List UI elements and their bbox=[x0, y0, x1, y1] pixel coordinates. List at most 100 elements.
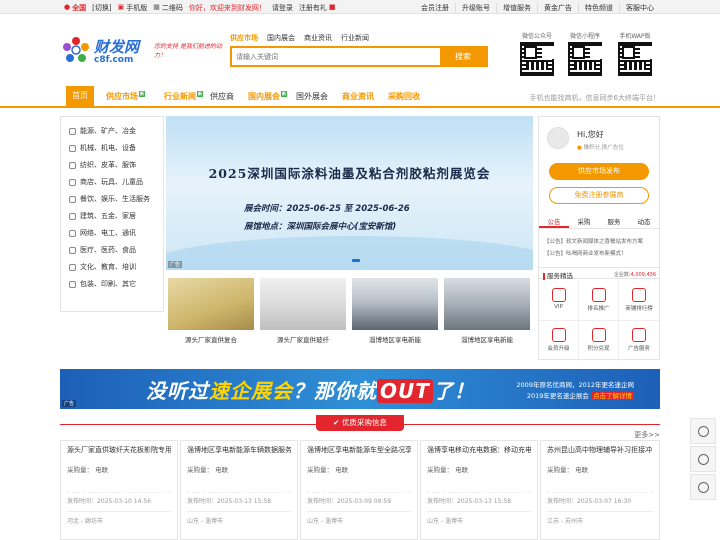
carousel-indicator[interactable] bbox=[352, 259, 360, 262]
search-tab-supply[interactable]: 供应市场 bbox=[230, 33, 258, 43]
search-button[interactable]: 搜索 bbox=[440, 48, 486, 65]
service-ad[interactable]: 广告服务 bbox=[619, 321, 659, 361]
mobile-version-link[interactable]: 手机版 bbox=[126, 3, 147, 13]
top-link-support[interactable]: 客服中心 bbox=[619, 3, 660, 13]
purchase-name[interactable]: 淄博地区享电新能源车型全路况享 bbox=[307, 445, 411, 456]
purchase-card[interactable]: 淄博享电移动充电数据：移动充电 采购量： 电联 发布时间：2025-03-13 … bbox=[420, 440, 538, 540]
top-link-member-register[interactable]: 会员注册 bbox=[415, 3, 455, 13]
purchase-name[interactable]: 苏州昆山高中物理辅导补习拒接冲 bbox=[547, 445, 653, 456]
float-wechat-button[interactable] bbox=[690, 446, 716, 472]
service-rank-promo[interactable]: 排名推广 bbox=[579, 281, 619, 321]
service-points[interactable]: 积分兑现 bbox=[579, 321, 619, 361]
purchase-card[interactable]: 淄博地区享电新能源车辆数据服务 采购量： 电联 发布时间：2025-03-13 … bbox=[180, 440, 298, 540]
category-label: 医疗、医药、食品 bbox=[80, 246, 136, 254]
service-vip[interactable]: VIP bbox=[539, 281, 579, 321]
nav-label: 供应市场 bbox=[106, 92, 138, 101]
product-thumb[interactable]: 淄博地区享电新能 bbox=[352, 278, 438, 344]
top-link-upgrade[interactable]: 升级账号 bbox=[455, 3, 496, 13]
hint-text: 赚积分,换广告位 bbox=[583, 145, 624, 151]
category-item[interactable]: 纺织、皮革、服饰 bbox=[69, 159, 136, 171]
trophy-icon bbox=[632, 288, 646, 302]
nav-foreign-expo[interactable]: 国外展会 bbox=[296, 91, 328, 102]
location-pin-icon: ● bbox=[64, 3, 71, 11]
region-switch-link[interactable]: [切换] bbox=[92, 3, 111, 13]
category-item[interactable]: 网络、电工、通讯 bbox=[69, 227, 136, 239]
tab-news[interactable]: 动态 bbox=[629, 216, 659, 228]
category-item[interactable]: 建筑、五金、家居 bbox=[69, 210, 136, 222]
purchase-qty: 采购量： 电联 bbox=[187, 466, 229, 474]
site-logo[interactable]: 财发网 c8f.com 您的支持 是我们前进的动力！ bbox=[62, 36, 222, 68]
tab-notice[interactable]: 公告 bbox=[539, 216, 569, 228]
purchase-card[interactable]: 淄博地区享电新能源车型全路况享 采购量： 电联 发布时间：2025-03-09 … bbox=[300, 440, 418, 540]
top-link-value-service[interactable]: 增值服务 bbox=[496, 3, 537, 13]
category-item[interactable]: 机械、机电、设备 bbox=[69, 142, 136, 154]
medal-icon bbox=[591, 288, 606, 302]
nav-supply-market[interactable]: 供应市场新 bbox=[106, 91, 145, 102]
product-thumb[interactable]: 源头厂家直供玻纤 bbox=[260, 278, 346, 344]
search-tab-business-news[interactable]: 商业资讯 bbox=[304, 33, 332, 43]
user-panel: Hi,您好 ● 赚积分,换广告位 供应市场发布 免费注册参展商 公告 采购 服务… bbox=[538, 116, 660, 361]
product-thumb[interactable]: 源头厂家直供复合 bbox=[168, 278, 254, 344]
product-caption: 源头厂家直供玻纤 bbox=[277, 336, 329, 344]
category-sidebar: 能源、矿产、冶金 机械、机电、设备 纺织、皮革、服饰 商店、玩具、儿童品 餐饮、… bbox=[60, 116, 164, 312]
purchase-date: 发布时间：2025-03-10 14:56 bbox=[67, 492, 171, 505]
register-link[interactable]: 注册有礼 bbox=[299, 3, 327, 13]
nav-home[interactable]: 首页 bbox=[66, 86, 94, 106]
float-support-button[interactable] bbox=[690, 418, 716, 444]
search-tab-industry-news[interactable]: 行业新闻 bbox=[341, 33, 369, 43]
network-icon bbox=[69, 229, 76, 237]
purchase-location: 山东 - 淄博市 bbox=[427, 511, 531, 525]
nav-label: 行业新闻 bbox=[164, 92, 196, 101]
region-label[interactable]: 全国 bbox=[72, 3, 86, 13]
promo-detail-link[interactable]: 点击了解详情 bbox=[591, 392, 634, 400]
top-link-gold-ad[interactable]: 黄金广告 bbox=[537, 3, 578, 13]
purchase-qty: 采购量： 电联 bbox=[427, 466, 469, 474]
search-tab-domestic-expo[interactable]: 国内展会 bbox=[267, 33, 295, 43]
category-label: 包装、印刷、其它 bbox=[80, 280, 136, 288]
nav-business-news[interactable]: 商业资讯 bbox=[342, 91, 374, 102]
product-caption: 淄博地区享电新能 bbox=[461, 336, 513, 344]
service-label: VIP bbox=[554, 304, 563, 310]
nav-domestic-expo[interactable]: 国内展会新 bbox=[248, 91, 287, 102]
main-banner[interactable]: 2025深圳国际涂料油墨及粘合剂胶粘剂展览会 展会时间：2025-06-25 至… bbox=[166, 116, 533, 270]
qrcode-link[interactable]: 二维码 bbox=[162, 3, 183, 13]
nav-supplier[interactable]: 供应商 bbox=[210, 91, 234, 102]
service-shop-rank[interactable]: 商铺排行榜 bbox=[619, 281, 659, 321]
top-link-channel[interactable]: 特色频道 bbox=[578, 3, 619, 13]
category-item[interactable]: 餐饮、娱乐、生活服务 bbox=[69, 193, 150, 205]
diamond-icon bbox=[551, 288, 566, 302]
purchase-more-link[interactable]: 更多>> bbox=[634, 430, 660, 440]
promo-banner[interactable]: 没听过速企展会？那你就 OUT 了！ 2009年原名优商网，2012年更名速企网 2… bbox=[60, 369, 660, 409]
category-item[interactable]: 能源、矿产、冶金 bbox=[69, 125, 136, 137]
purchase-card[interactable]: 苏州昆山高中物理辅导补习拒接冲 采购量： 电联 发布时间：2025-03-07 … bbox=[540, 440, 660, 540]
purchase-name[interactable]: 淄博地区享电新能源车辆数据服务 bbox=[187, 445, 291, 456]
category-item[interactable]: 包装、印刷、其它 bbox=[69, 278, 136, 290]
search-input[interactable] bbox=[232, 48, 442, 65]
nav-label: 国内展会 bbox=[248, 92, 280, 101]
purchase-qty: 采购量： 电联 bbox=[307, 466, 349, 474]
nav-purchase-recycle[interactable]: 采购回收 bbox=[388, 91, 420, 102]
tab-purchase[interactable]: 采购 bbox=[569, 216, 599, 228]
category-label: 网络、电工、通讯 bbox=[80, 229, 136, 237]
product-thumb[interactable]: 淄博地区享电新能 bbox=[444, 278, 530, 344]
tab-service[interactable]: 服务 bbox=[599, 216, 629, 228]
nav-industry-news[interactable]: 行业新闻新 bbox=[164, 91, 203, 102]
logo-slogan: 您的支持 是我们前进的动力！ bbox=[154, 43, 222, 59]
notice-item[interactable]: 【公告】软文新闻媒体之喜餐站发布方案 bbox=[544, 237, 643, 245]
category-label: 能源、矿产、冶金 bbox=[80, 127, 136, 135]
category-item[interactable]: 医疗、医药、食品 bbox=[69, 244, 136, 256]
category-item[interactable]: 商店、玩具、儿童品 bbox=[69, 176, 143, 188]
purchase-name[interactable]: 源头厂家直供玻纤天花板影院专用 bbox=[67, 445, 171, 456]
qr-code-icon bbox=[520, 42, 554, 76]
purchase-location: 江苏 - 苏州市 bbox=[547, 511, 653, 525]
publish-supply-button[interactable]: 供应市场发布 bbox=[549, 163, 649, 180]
purchase-card[interactable]: 源头厂家直供玻纤天花板影院专用 采购量： 电联 发布时间：2025-03-10 … bbox=[60, 440, 178, 540]
login-link[interactable]: 请登录 bbox=[272, 3, 293, 13]
category-item[interactable]: 文化、教育、培训 bbox=[69, 261, 136, 273]
notice-item[interactable]: 【公告】吆喝网商业发布新模式！ bbox=[544, 249, 627, 257]
float-phone-button[interactable] bbox=[690, 474, 716, 500]
service-upgrade[interactable]: 会员升级 bbox=[539, 321, 579, 361]
register-exhibitor-button[interactable]: 免费注册参展商 bbox=[549, 187, 649, 204]
purchase-date: 发布时间：2025-03-13 15:58 bbox=[187, 492, 291, 505]
purchase-name[interactable]: 淄博享电移动充电数据：移动充电 bbox=[427, 445, 531, 456]
